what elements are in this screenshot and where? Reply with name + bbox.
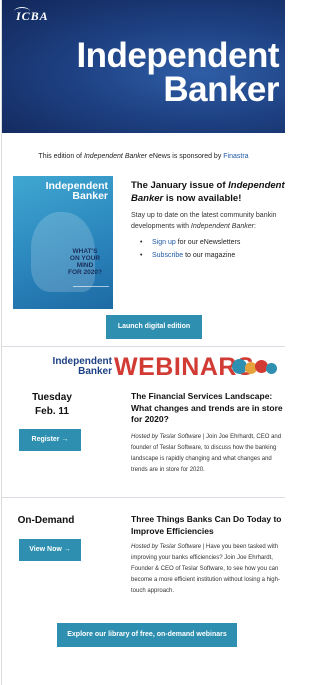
- webinar-description: Hosted by Teslar Software | Join Joe Ehr…: [131, 432, 286, 476]
- list-item-text: to our magazine: [183, 252, 236, 259]
- launch-digital-edition-button[interactable]: Launch digital edition: [106, 315, 202, 339]
- sign-up-link[interactable]: Sign up: [152, 239, 176, 246]
- webinar-desc-text: | Have you been tasked with improving yo…: [131, 544, 280, 594]
- desc-post: :: [253, 223, 256, 230]
- register-button[interactable]: Register →: [19, 429, 81, 451]
- cover-title-line2: Banker: [72, 190, 108, 202]
- cover-question-line: WHAT'S: [72, 248, 98, 255]
- sponsor-link[interactable]: Finastra: [223, 153, 248, 160]
- magazine-cover-image[interactable]: Independent Banker WHAT'S ON YOUR MIND F…: [13, 176, 113, 309]
- webinar-day: On-Demand: [17, 515, 75, 526]
- sponsor-line: This edition of Independent Banker eNews…: [2, 153, 285, 160]
- list-item: Subscribe to our magazine: [138, 249, 240, 262]
- masthead-title-line1: Independent: [76, 36, 279, 75]
- webinar-date: On-Demand: [0, 514, 96, 528]
- list-item: Sign up for our eNewsletters: [138, 236, 240, 249]
- issue-links-list: Sign up for our eNewsletters Subscribe t…: [138, 236, 240, 262]
- issue-headline: The January issue of Independent Banker …: [131, 180, 285, 205]
- header-banner: ICBA Independent Banker: [2, 0, 285, 133]
- explore-webinars-button[interactable]: Explore our library of free, on-demand w…: [57, 623, 237, 647]
- view-now-button[interactable]: View Now →: [19, 539, 81, 561]
- issue-desc-line2: developments with Independent Banker:: [131, 221, 285, 232]
- webinar-description: Hosted by Teslar Software | Have you bee…: [131, 542, 286, 597]
- issue-title-post: is now available!: [163, 192, 242, 204]
- webinar-title[interactable]: Three Things Banks Can Do Today to Impro…: [131, 514, 285, 537]
- icba-logo[interactable]: ICBA: [16, 9, 49, 24]
- section-divider: [2, 497, 285, 498]
- bubble-icon: [266, 363, 277, 374]
- sponsor-publication: Independent Banker: [83, 153, 148, 160]
- cover-fine-print: [73, 286, 109, 301]
- desc-pre: developments with: [131, 223, 191, 230]
- webinar-date-value: Feb. 11: [35, 406, 69, 417]
- webinar-host: Hosted by Teslar Software: [131, 544, 202, 550]
- webinar-date: Tuesday Feb. 11: [2, 391, 102, 419]
- webinar-day: Tuesday: [32, 392, 72, 403]
- webinar-title[interactable]: The Financial Services Landscape: What c…: [131, 391, 285, 426]
- issue-title-pre: The January issue of: [131, 180, 229, 191]
- desc-em: Independent Banker: [190, 223, 254, 230]
- issue-description: Stay up to date on the latest community …: [131, 210, 285, 232]
- cover-question: WHAT'S ON YOUR MIND FOR 2020?: [60, 248, 110, 276]
- list-item-text: for our eNewsletters: [175, 239, 241, 246]
- sponsor-prefix: This edition of: [38, 153, 84, 160]
- cover-question-line: ON YOUR: [69, 255, 101, 262]
- section-divider: [2, 346, 285, 347]
- cover-question-line: MIND: [76, 262, 94, 269]
- cover-question-line: FOR 2020?: [68, 269, 102, 276]
- subscribe-link[interactable]: Subscribe: [152, 252, 183, 259]
- masthead-title-line2: Banker: [163, 70, 279, 109]
- issue-desc-line1: Stay up to date on the latest community …: [131, 212, 277, 219]
- webinar-host: Hosted by Teslar Software: [131, 434, 202, 440]
- sponsor-middle: eNews is sponsored by: [147, 153, 224, 160]
- webinars-logo-line2: Banker: [78, 366, 112, 377]
